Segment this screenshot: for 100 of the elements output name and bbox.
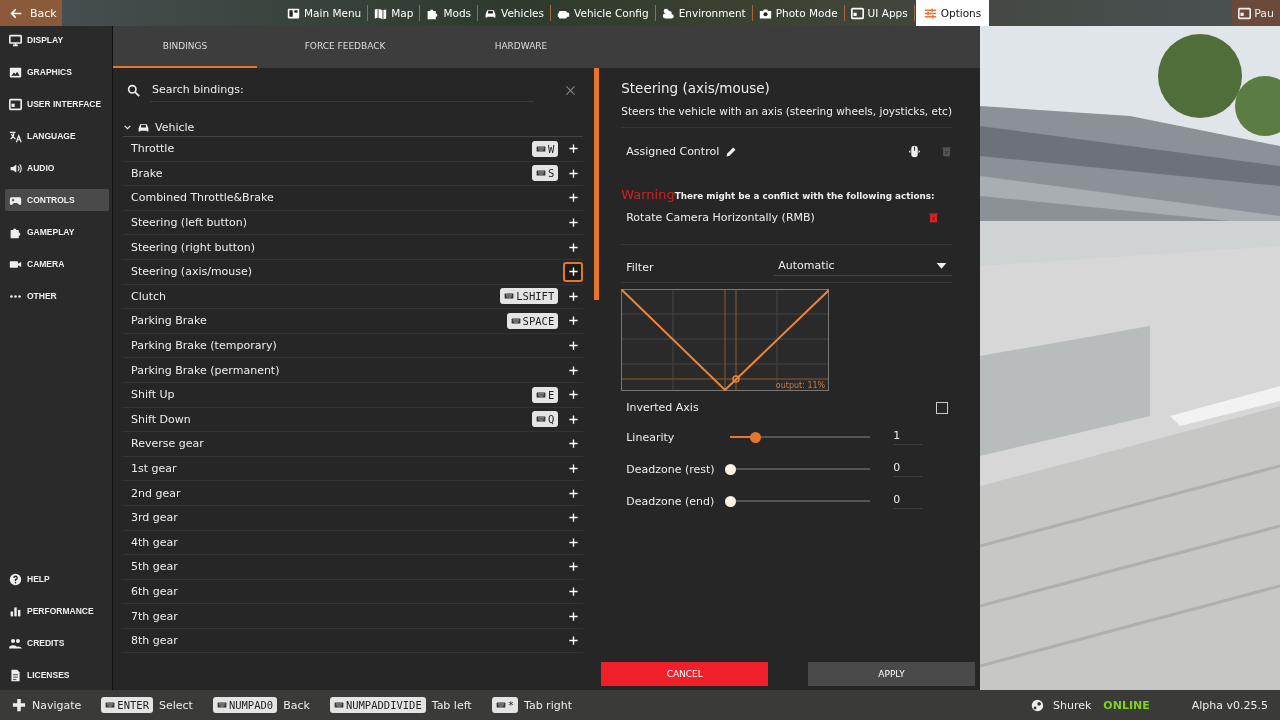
binding-label[interactable]: 1st gear <box>131 462 559 475</box>
inverted-axis-label: Inverted Axis <box>626 401 699 414</box>
binding-label[interactable]: 2nd gear <box>131 486 559 500</box>
binding-label[interactable]: Steering (axis/mouse) <box>131 265 559 279</box>
plus-icon <box>567 290 579 302</box>
keyboard-icon <box>495 700 506 710</box>
menu-tab[interactable]: Vehicles <box>479 0 550 26</box>
binding-label[interactable]: Parking Brake (temporary) <box>131 339 559 353</box>
key-label: * <box>507 699 514 711</box>
mouse-icon <box>908 145 921 158</box>
plus-icon <box>567 438 579 450</box>
sidebar-item[interactable]: GRAPHICS <box>5 61 109 83</box>
menu-tab[interactable]: Mods <box>421 0 477 26</box>
plus-icon <box>567 586 579 597</box>
binding-label[interactable]: 3rd gear <box>131 511 559 525</box>
trash-icon[interactable] <box>928 212 939 223</box>
value-field[interactable]: 1 <box>893 429 924 445</box>
key-label: ENTER <box>117 699 149 711</box>
sidebar-item[interactable]: HELP <box>5 568 109 590</box>
menu-tab[interactable]: Vehicle Config <box>552 0 654 26</box>
sidebar-item[interactable]: CREDITS <box>5 632 109 654</box>
hint-label: Navigate <box>32 698 82 712</box>
menu-tab[interactable]: UI Apps <box>845 0 913 26</box>
user-chip[interactable]: Pau <box>1232 0 1280 26</box>
close-icon[interactable] <box>564 83 578 97</box>
warning-message: There might be a conflict with the following actions: <box>674 191 935 201</box>
binding-label[interactable]: Combined Throttle&Brake <box>131 191 559 205</box>
sidebar-item[interactable]: GAMEPLAY <box>5 221 109 243</box>
checkbox[interactable] <box>936 401 948 414</box>
plus-icon <box>567 487 579 499</box>
category-header[interactable]: Vehicle <box>123 118 584 137</box>
translate-icon <box>9 129 22 143</box>
slider-label: Linearity <box>626 430 676 444</box>
plus-icon <box>567 340 579 352</box>
add-binding-button[interactable] <box>563 261 584 282</box>
search-field[interactable]: Search bindings: <box>123 76 584 104</box>
user-name: Pau <box>1254 6 1274 20</box>
scrollbar-thumb[interactable] <box>594 68 600 300</box>
plus-icon <box>567 413 579 425</box>
grid-icon <box>287 6 300 20</box>
sidebar-item[interactable]: DISPLAY <box>5 29 109 51</box>
binding-label[interactable]: 8th gear <box>131 634 559 648</box>
value-field[interactable]: 0 <box>893 493 924 509</box>
binding-label[interactable]: Shift Down <box>131 412 527 426</box>
sidebar-item[interactable]: OTHER <box>5 285 109 307</box>
sidebar-item[interactable]: USER INTERFACE <box>5 93 109 115</box>
filter-dropdown[interactable]: Automatic <box>774 259 952 276</box>
plus-icon <box>567 315 579 327</box>
plus-icon <box>567 217 579 229</box>
menu-tab[interactable]: Photo Mode <box>753 0 843 26</box>
slider-thumb[interactable] <box>750 431 762 443</box>
menu-tab[interactable]: Environment <box>656 0 751 26</box>
binding-label[interactable]: 5th gear <box>131 560 559 574</box>
keyboard-icon <box>535 414 546 425</box>
plus-icon <box>567 167 579 179</box>
slider-thumb[interactable] <box>725 463 737 475</box>
sidebar-item[interactable]: CAMERA <box>5 253 109 275</box>
slider-label: Deadzone (end) <box>626 494 716 508</box>
cancel-button[interactable]: CANCEL <box>601 662 769 686</box>
binding-label[interactable]: Brake <box>131 166 527 180</box>
conflict-action: Rotate Camera Horizontally (RMB) <box>626 211 815 224</box>
binding-label[interactable]: 4th gear <box>131 535 559 549</box>
menu-tab[interactable]: Main Menu <box>282 0 367 26</box>
binding-label[interactable]: Reverse gear <box>131 437 559 451</box>
tab[interactable]: HARDWARE <box>433 26 609 68</box>
binding-label[interactable]: Parking Brake (permanent) <box>131 363 559 377</box>
keyboard-icon <box>333 700 344 710</box>
binding-label[interactable]: Steering (left button) <box>131 216 559 230</box>
binding-label[interactable]: Throttle <box>131 142 527 156</box>
sidebar-item[interactable]: AUDIO <box>5 157 109 179</box>
value-field[interactable]: 0 <box>893 461 924 477</box>
sidebar-item[interactable]: CONTROLS <box>5 189 109 211</box>
binding-label[interactable]: Parking Brake <box>131 314 502 328</box>
tab[interactable]: FORCE FEEDBACK <box>257 26 433 68</box>
plus-icon <box>567 536 579 548</box>
binding-label[interactable]: 7th gear <box>131 609 559 623</box>
sidebar-item[interactable]: PERFORMANCE <box>5 600 109 622</box>
binding-label[interactable]: 6th gear <box>131 585 559 598</box>
key-label: NUMPAD0 <box>228 699 274 711</box>
sidebar-item[interactable]: LANGUAGE <box>5 125 109 147</box>
binding-label[interactable]: Steering (right button) <box>131 240 559 254</box>
monitor-icon <box>9 33 22 47</box>
tab[interactable]: BINDINGS <box>113 26 257 68</box>
menu-tab[interactable]: Options <box>915 0 990 26</box>
sidebar-item[interactable]: LICENSES <box>5 664 109 686</box>
search-icon <box>127 83 140 97</box>
document-icon <box>9 668 22 682</box>
key-label: Q <box>547 413 555 426</box>
online-status: ONLINE <box>1103 698 1150 712</box>
plus-icon <box>567 389 579 401</box>
pencil-icon[interactable] <box>725 145 738 158</box>
menu-tab[interactable]: Map <box>369 0 419 26</box>
back-button[interactable]: Back <box>0 0 62 26</box>
binding-label[interactable]: Clutch <box>131 289 496 303</box>
people-icon <box>9 636 22 650</box>
binding-label[interactable]: Shift Up <box>131 388 527 402</box>
hint-label: Select <box>158 698 193 712</box>
apply-button[interactable]: APPLY <box>808 662 975 686</box>
slider-thumb[interactable] <box>725 495 737 507</box>
user-name: Shurek <box>1052 698 1092 712</box>
